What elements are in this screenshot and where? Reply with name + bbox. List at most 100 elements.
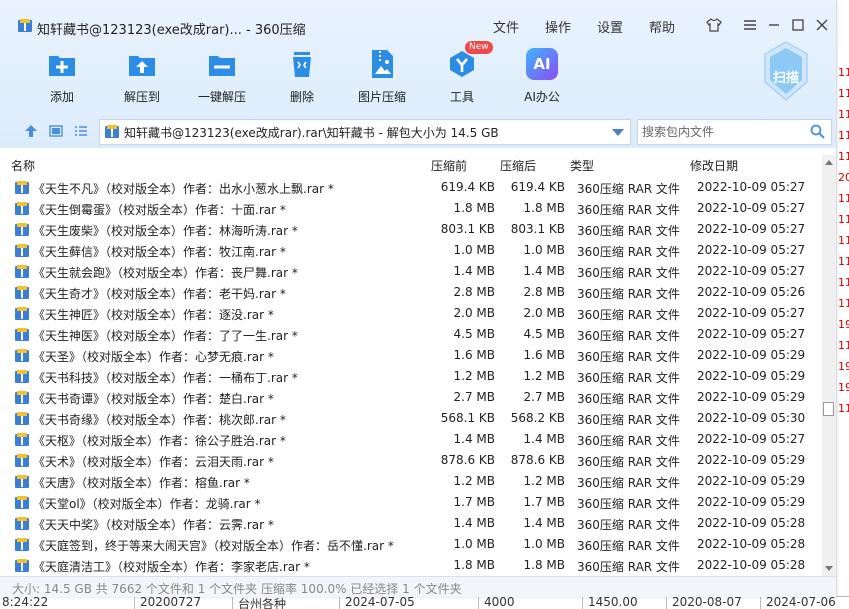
maximize-icon — [792, 19, 804, 31]
rar-file-icon — [15, 559, 29, 572]
window-title: 知轩藏书@123123(exe改成rar)... - 360压缩 — [37, 23, 306, 38]
scroll-thumb[interactable] — [823, 402, 834, 416]
delete-button[interactable]: 删除 — [274, 48, 330, 108]
size-before: 878.6 KB — [440, 453, 495, 467]
search-icon[interactable] — [810, 124, 825, 139]
table-row[interactable]: 《天生奇才》（校对版全本）作者：老干妈.rar * 2.8 MB 2.8 MB 360… — [0, 283, 822, 304]
background-cell: 1450.00 — [588, 596, 638, 609]
size-after: 803.1 KB — [510, 222, 565, 236]
table-row[interactable]: 《天生倒霉蛋》（校对版全本）作者：十面.rar * 1.8 MB 1.8 MB 360… — [0, 199, 822, 220]
file-type: 360压缩 RAR 文件 — [577, 413, 680, 427]
background-divider — [666, 597, 667, 609]
file-date: 2022-10-09 05:26 — [697, 285, 806, 299]
path-dropdown-icon[interactable] — [612, 129, 624, 136]
file-type: 360压缩 RAR 文件 — [577, 182, 680, 196]
scan-button[interactable]: 扫描 — [762, 40, 810, 104]
archive-icon — [105, 125, 119, 138]
minimize-button[interactable] — [764, 15, 784, 35]
table-row[interactable]: 《天圣》（校对版全本）作者：心梦无痕.rar * 1.6 MB 1.6 MB 360压… — [0, 346, 822, 367]
menu-file[interactable]: 文件 — [493, 17, 519, 36]
table-row[interactable]: 《天生神医》（校对版全本）作者：了了一生.rar * 4.5 MB 4.5 MB 36… — [0, 325, 822, 346]
table-row[interactable]: 《天庭清洁工》（校对版全本）作者：李家老店.rar * 1.8 MB 1.8 MB 3… — [0, 556, 822, 576]
size-after: 1.8 MB — [523, 558, 565, 572]
file-type: 360压缩 RAR 文件 — [577, 539, 680, 553]
table-row[interactable]: 《天生藓信》（校对版全本）作者：牧江南.rar * 1.0 MB 1.0 MB 360… — [0, 241, 822, 262]
file-type: 360压缩 RAR 文件 — [577, 371, 680, 385]
tools-button[interactable]: New 工具 — [434, 41, 493, 108]
column-header-name[interactable]: 名称 — [11, 157, 35, 174]
table-row[interactable]: 《天枢》（校对版全本）作者：徐公子胜治.rar * 1.4 MB 1.4 MB 360… — [0, 430, 822, 451]
file-date: 2022-10-09 05:28 — [697, 537, 806, 551]
background-cell: 11 — [838, 129, 849, 142]
background-cell: 2024-07-05 — [345, 596, 415, 609]
up-arrow-icon[interactable] — [24, 124, 38, 138]
file-type: 360压缩 RAR 文件 — [577, 392, 680, 406]
search-input[interactable] — [640, 122, 804, 142]
skin-button[interactable] — [704, 15, 724, 35]
file-name: 《天生藓信》（校对版全本）作者：牧江南.rar * — [33, 245, 286, 259]
menu-operation[interactable]: 操作 — [545, 17, 571, 36]
table-row[interactable]: 《天生神匠》（校对版全本）作者：逐没.rar * 2.0 MB 2.0 MB 360压… — [0, 304, 822, 325]
column-header-compressed[interactable]: 压缩前 — [431, 157, 467, 174]
file-date: 2022-10-09 05:29 — [697, 453, 806, 467]
rar-file-icon — [15, 391, 29, 404]
rar-file-icon — [15, 202, 29, 215]
table-row[interactable]: 《天书奇谭》（校对版全本）作者：楚白.rar * 2.7 MB 2.7 MB 360压… — [0, 388, 822, 409]
background-divider — [760, 597, 761, 609]
scroll-down-icon[interactable] — [825, 566, 833, 571]
hamburger-icon — [744, 20, 756, 30]
background-divider — [232, 597, 233, 609]
column-header-type[interactable]: 类型 — [570, 157, 594, 174]
extract-to-button[interactable]: 解压到 — [114, 48, 170, 108]
table-row[interactable]: 《天生废柴》（校对版全本）作者：林海听涛.rar * 803.1 KB 803.1 … — [0, 220, 822, 241]
table-row[interactable]: 《天堂ol》（校对版全本）作者：龙骑.rar * 1.7 MB 1.7 MB 360压… — [0, 493, 822, 514]
size-before: 1.6 MB — [453, 348, 495, 362]
column-header-modified[interactable]: 修改日期 — [690, 157, 738, 174]
add-label: 添加 — [49, 90, 74, 104]
path-field[interactable]: 知轩藏书@123123(exe改成rar).rar\知轩藏书 - 解包大小为 1… — [99, 119, 631, 145]
table-row[interactable]: 《天书奇缘》（校对版全本）作者：桃次郎.rar * 568.1 KB 568.2 K… — [0, 409, 822, 430]
scroll-up-icon[interactable] — [825, 160, 833, 165]
size-before: 1.0 MB — [453, 537, 495, 551]
ai-office-label: AI办公 — [524, 90, 560, 104]
table-row[interactable]: 《天唐》（校对版全本）作者：榕鱼.rar * 1.2 MB 1.2 MB 360压缩 … — [0, 472, 822, 493]
menu-settings[interactable]: 设置 — [597, 17, 623, 36]
menu-help[interactable]: 帮助 — [649, 17, 675, 36]
one-click-extract-button[interactable]: 一键解压 — [194, 48, 250, 108]
list-view-icon[interactable] — [74, 124, 88, 138]
image-compress-button[interactable]: 图片压缩 — [354, 48, 410, 108]
size-after: 1.2 MB — [523, 369, 565, 383]
thumbnail-view-icon[interactable] — [49, 124, 63, 138]
ai-office-button[interactable]: AI AI办公 — [514, 48, 570, 108]
status-text: 大小: 14.5 GB 共 7662 个文件和 1 个文件夹 压缩率 100.0… — [12, 582, 462, 596]
menu-button[interactable] — [740, 15, 760, 35]
size-before: 568.1 KB — [440, 411, 495, 425]
size-after: 1.7 MB — [523, 495, 565, 509]
minimize-icon — [769, 24, 779, 26]
column-header-original[interactable]: 压缩后 — [500, 157, 536, 174]
maximize-button[interactable] — [788, 15, 808, 35]
file-name: 《天生倒霉蛋》（校对版全本）作者：十面.rar * — [33, 203, 286, 217]
file-name: 《天枢》（校对版全本）作者：徐公子胜治.rar * — [33, 434, 286, 448]
file-date: 2022-10-09 05:27 — [697, 222, 806, 236]
rar-file-icon — [15, 265, 29, 278]
background-cell: 20200727 — [140, 596, 202, 609]
file-date: 2022-10-09 05:27 — [697, 180, 806, 194]
close-button[interactable] — [812, 15, 832, 35]
file-date: 2022-10-09 05:28 — [697, 516, 806, 530]
file-type: 360压缩 RAR 文件 — [577, 560, 680, 574]
add-button[interactable]: 添加 — [34, 48, 90, 108]
vertical-scrollbar[interactable] — [822, 155, 836, 576]
rar-file-icon — [15, 496, 29, 509]
table-row[interactable]: 《天生不凡》（校对版全本）作者：出水小葱水上飘.rar * 619.4 KB 619… — [0, 178, 822, 199]
table-row[interactable]: 《天庭签到，终于等来大闹天宫》（校对版全本）作者：岳不懂.rar * 1.0 MB… — [0, 535, 822, 556]
title-bar: 知轩藏书@123123(exe改成rar)... - 360压缩 文件 操作 设… — [0, 0, 836, 38]
background-cell: 11 — [838, 297, 849, 310]
table-row[interactable]: 《天生就会跑》（校对版全本）作者：丧尸舞.rar * 1.4 MB 1.4 MB 36… — [0, 262, 822, 283]
table-row[interactable]: 《天天中奖》（校对版全本）作者：云霁.rar * 1.4 MB 1.4 MB 360压… — [0, 514, 822, 535]
size-before: 1.4 MB — [453, 516, 495, 530]
table-row[interactable]: 《天术》（校对版全本）作者：云泪天雨.rar * 878.6 KB 878.6 KB… — [0, 451, 822, 472]
file-date: 2022-10-09 05:28 — [697, 558, 806, 572]
table-row[interactable]: 《天书科技》（校对版全本）作者：一桶布丁.rar * 1.2 MB 1.2 MB 36… — [0, 367, 822, 388]
background-cell: 2020-08-07 — [672, 596, 742, 609]
